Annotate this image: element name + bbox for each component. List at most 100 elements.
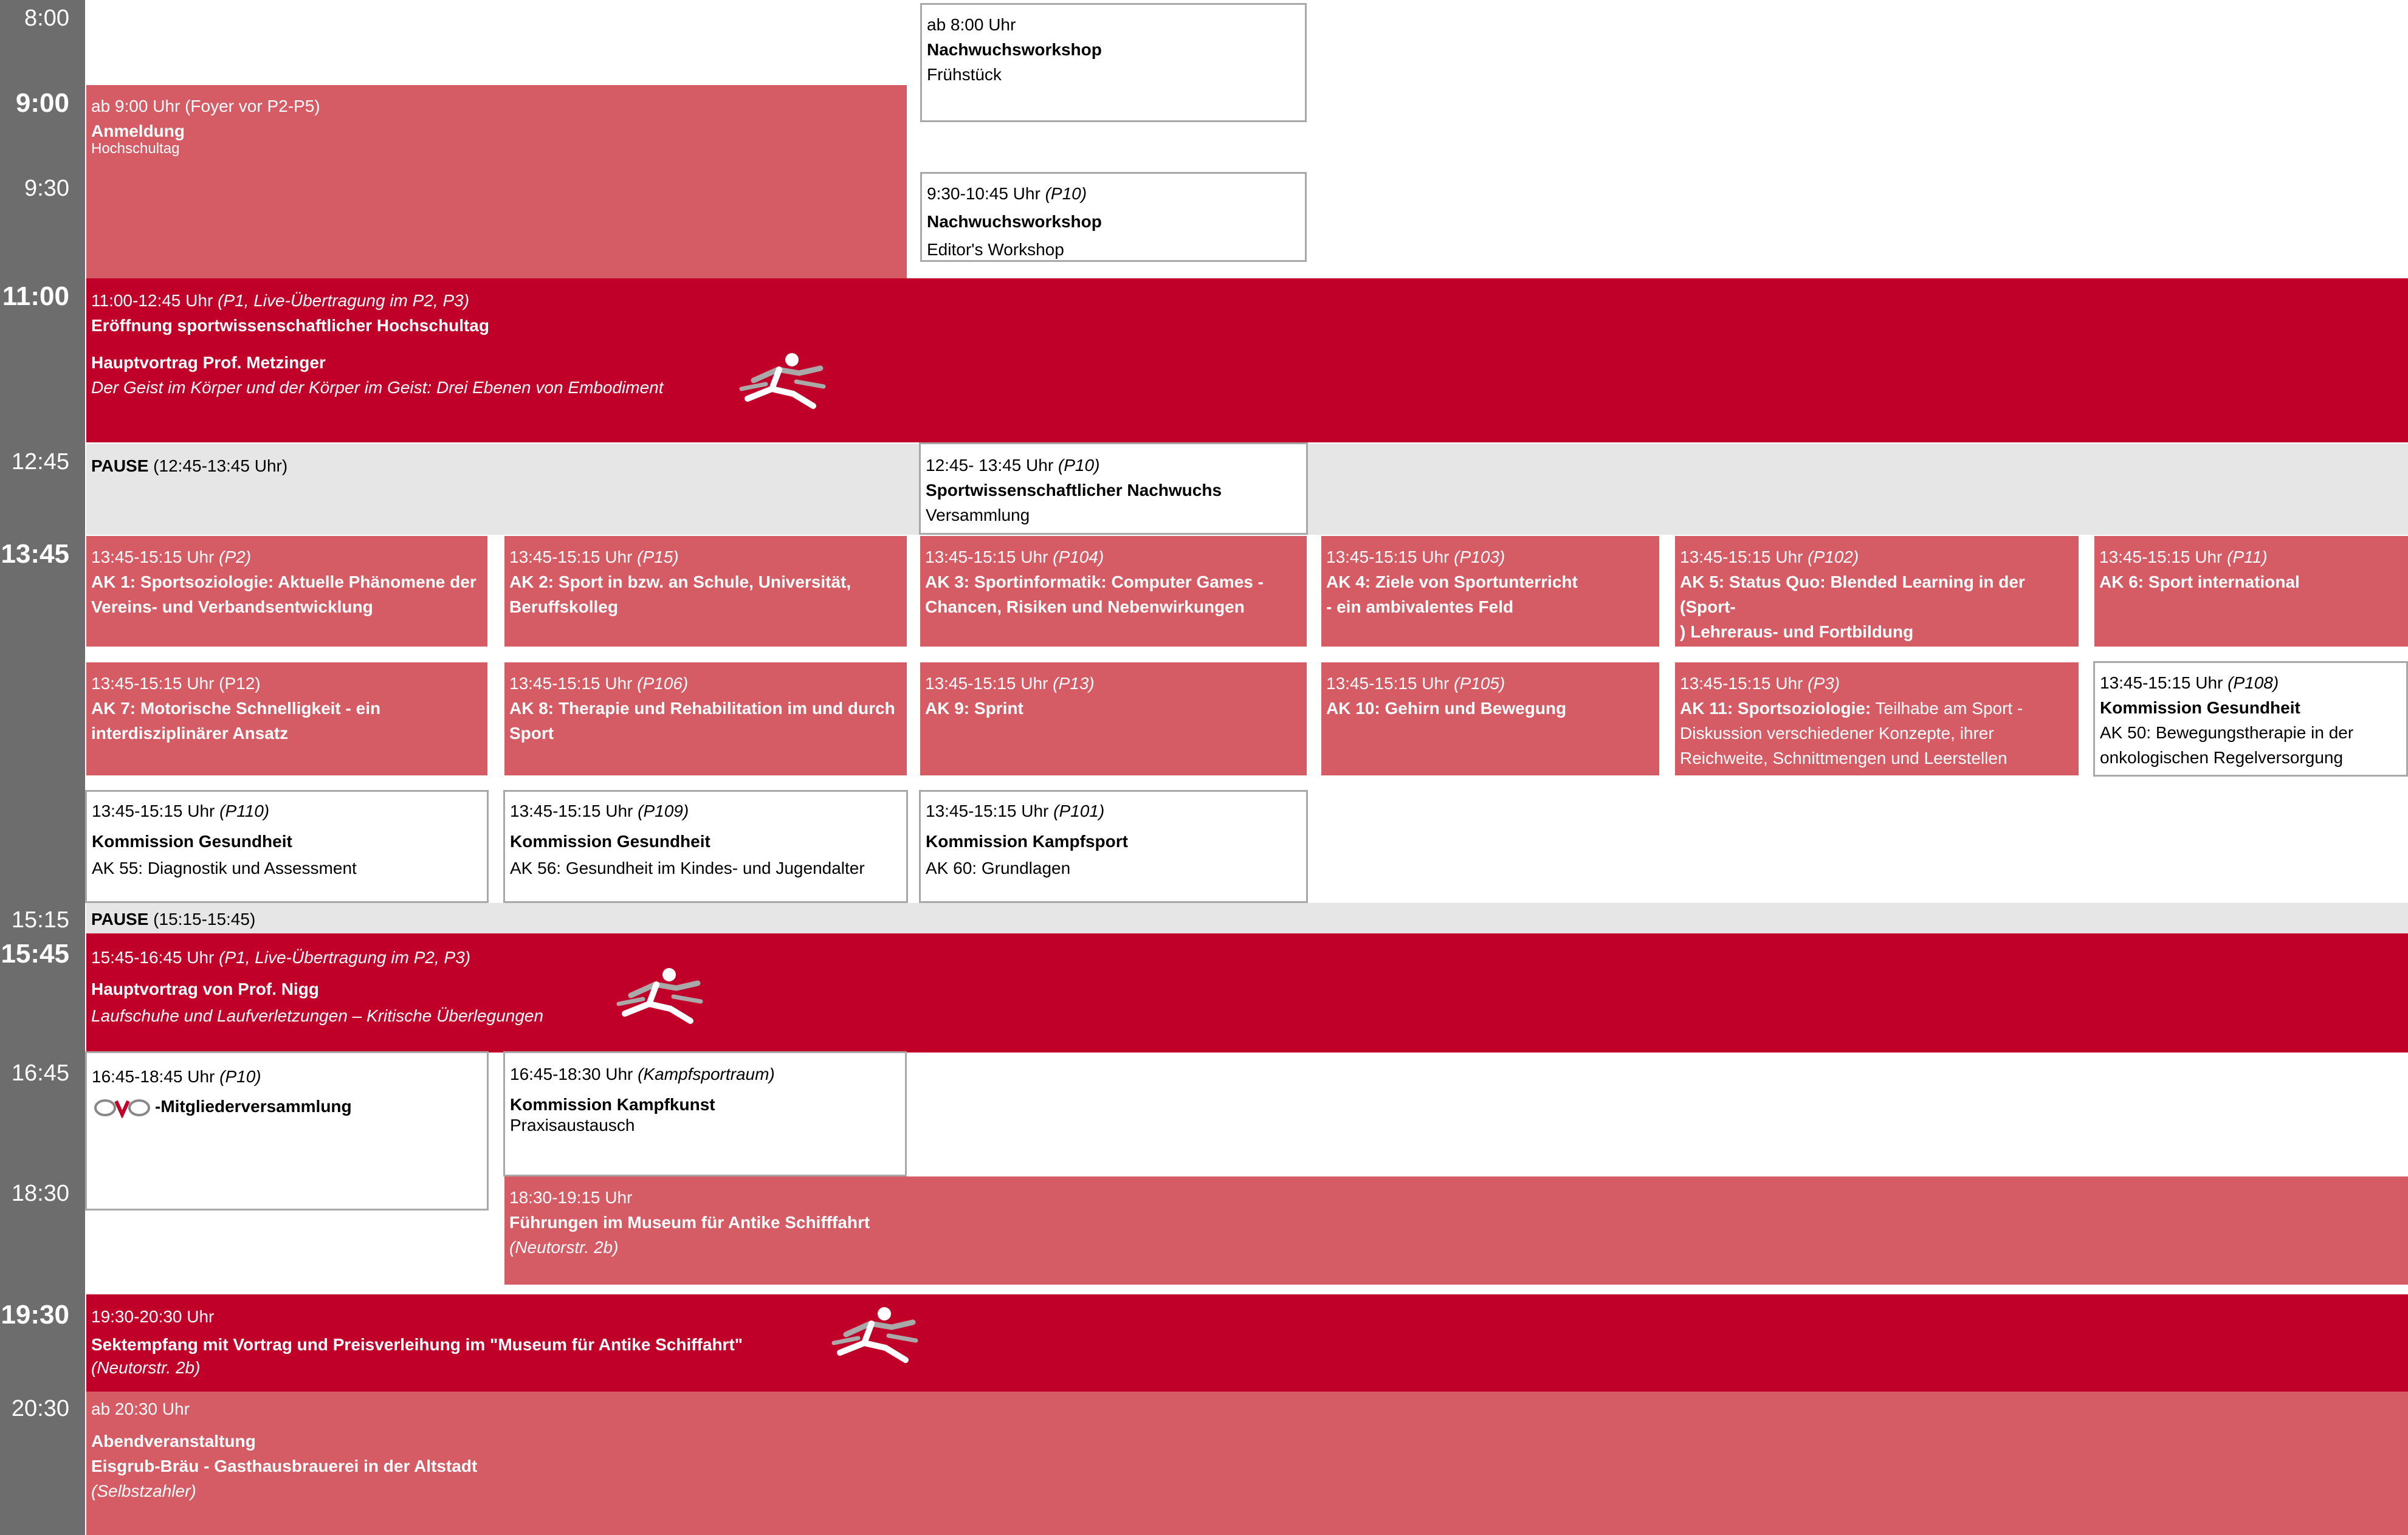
time-label: 13:45 [1,539,69,569]
ak-7[interactable]: 13:45-15:15 Uhr (P12) AK 7: Motorische S… [86,662,487,775]
ak-room: (P109) [638,802,689,820]
event-time: 19:30-20:30 Uhr [91,1307,215,1326]
event-time: 11:00-12:45 Uhr [91,291,218,310]
ak-title-cont: Beruffskolleg [509,597,618,616]
ak-time: 13:45-15:15 Uhr [925,674,1053,693]
ak-55[interactable]: 13:45-15:15 Uhr (P110) Kommission Gesund… [85,790,489,903]
event-title: Führungen im Museum für Antike Schifffah… [509,1213,870,1232]
event-kampfkunst[interactable]: 16:45-18:30 Uhr (Kampfsportraum) Kommiss… [503,1051,907,1176]
ak-title-cont: - ein ambivalentes Feld [1326,597,1514,616]
time-label: 20:30 [11,1396,69,1421]
pause-filler [1307,444,2408,535]
ak-title: AK 6: Sport international [2099,572,2300,591]
ak-time: 13:45-15:15 Uhr [1680,674,1808,693]
time-label: 16:45 [11,1060,69,1086]
ak-time: 13:45-15:15 Uhr [926,802,1054,820]
event-room: (Kampfsportraum) [638,1065,775,1083]
ak-time: 13:45-15:15 Uhr [2100,673,2228,692]
ak-6[interactable]: 13:45-15:15 Uhr (P11) AK 6: Sport intern… [2094,536,2408,647]
event-time: 18:30-19:15 Uhr [509,1188,633,1207]
ak-title: AK 4: Ziele von Sportunterricht [1326,572,1578,591]
ak-5[interactable]: 13:45-15:15 Uhr (P102) AK 5: Status Quo:… [1675,536,2079,647]
ak-9[interactable]: 13:45-15:15 Uhr (P13) AK 9: Sprint [920,662,1307,775]
event-fruehstueck[interactable]: ab 8:00 Uhr Nachwuchsworkshop Frühstück [920,3,1307,122]
event-title: Hauptvortrag von Prof. Nigg [91,980,319,998]
ak-commission: Kommission Gesundheit [510,832,710,851]
ak-time: 13:45-15:15 Uhr [2099,548,2227,566]
ak-title: AK 10: Gehirn und Bewegung [1326,699,1567,718]
ak-room: (P105) [1454,674,1505,693]
ak-11[interactable]: 13:45-15:15 Uhr (P3) AK 11: Sportsoziolo… [1675,662,2079,775]
ak-room: (P108) [2227,673,2279,692]
time-label: 19:30 [1,1300,69,1330]
event-museum-fuehrung[interactable]: 18:30-19:15 Uhr Führungen im Museum für … [504,1176,2408,1285]
ak-time: 13:45-15:15 Uhr [510,802,638,820]
ak-56[interactable]: 13:45-15:15 Uhr (P109) Kommission Gesund… [503,790,908,903]
time-label: 9:00 [15,88,69,118]
pause-label: PAUSE [91,456,149,475]
event-subtitle: Editor's Workshop [927,240,1064,259]
event-subtitle: Praxisaustausch [510,1116,635,1135]
pause-time: (12:45-13:45 Uhr) [148,456,288,475]
ak-title-cont: interdisziplinärer Ansatz [91,724,289,743]
time-label: 15:45 [1,939,69,969]
ak-title: AK 9: Sprint [925,699,1023,718]
ak-room: (P110) [219,802,270,820]
event-mitgliederversammlung[interactable]: 16:45-18:45 Uhr (P10) -Mitgliederversamm… [85,1051,489,1210]
ak-60[interactable]: 13:45-15:15 Uhr (P101) Kommission Kampfs… [919,790,1308,903]
ak-time: 13:45-15:15 Uhr [1326,548,1454,566]
ak-time: 13:45-15:15 Uhr [91,548,219,566]
ak-8[interactable]: 13:45-15:15 Uhr (P106) AK 8: Therapie un… [504,662,907,775]
event-location: (Neutorstr. 2b) [509,1238,619,1257]
ak-time: 13:45-15:15 Uhr [1680,548,1808,566]
ak-title-cont: Reichweite, Schnittmengen und Leerstelle… [1680,749,2007,767]
time-label: 12:45 [11,449,69,475]
ak-room: (P13) [1053,674,1095,693]
ak-2[interactable]: 13:45-15:15 Uhr (P15) AK 2: Sport in bzw… [504,536,907,647]
ak-title: AK 3: Sportinformatik: Computer Games - [925,572,1264,591]
ak-time: 13:45-15:15 Uhr [509,548,638,566]
event-nigg[interactable]: 15:45-16:45 Uhr (P1, Live-Übertragung im… [86,933,2408,1053]
event-sektempfang[interactable]: 19:30-20:30 Uhr Sektempfang mit Vortrag … [86,1294,2408,1392]
ak-3[interactable]: 13:45-15:15 Uhr (P104) AK 3: Sportinform… [920,536,1307,647]
event-nachwuchs[interactable]: 12:45- 13:45 Uhr (P10) Sportwissenschaft… [919,442,1308,535]
ak-title: AK 60: Grundlagen [926,859,1071,877]
event-subtitle: Versammlung [926,506,1030,524]
ak-room: (P103) [1454,548,1505,566]
ak-time: 13:45-15:15 Uhr [509,674,638,693]
event-editor-workshop[interactable]: 9:30-10:45 Uhr (P10) Nachwuchsworkshop E… [920,172,1307,262]
ak-50[interactable]: 13:45-15:15 Uhr (P108) Kommission Gesund… [2093,661,2408,777]
ak-title-cont: ) Lehreraus- und Fortbildung [1680,622,1914,641]
event-time: 16:45-18:45 Uhr [92,1067,220,1086]
ak-title: AK 11: Sportsoziologie: [1680,699,1871,718]
ak-room: (P15) [637,548,679,566]
ak-room: (P3) [1808,674,1840,693]
event-title: Nachwuchsworkshop [927,212,1102,231]
event-title: -Mitgliederversammlung [155,1097,352,1116]
event-time: 16:45-18:30 Uhr [510,1065,638,1083]
ak-1[interactable]: 13:45-15:15 Uhr (P2) AK 1: Sportsoziolog… [86,536,487,647]
ak-title: AK 2: Sport in bzw. an Schule, Universit… [509,572,851,591]
pause-time: (15:15-15:45) [148,910,256,929]
event-subtitle: Hochschultag [91,140,180,157]
runner-logo-icon [831,1307,918,1363]
ak-title-cont: onkologischen Regelversorgung [2100,748,2344,767]
time-label: 15:15 [11,907,69,933]
ak-time: 13:45-15:15 Uhr [1326,674,1454,693]
ak-10[interactable]: 13:45-15:15 Uhr (P105) AK 10: Gehirn und… [1321,662,1659,775]
event-subtitle: Frühstück [927,65,1002,84]
time-label: 11:00 [2,281,69,311]
event-time: ab 8:00 Uhr [927,15,1016,34]
event-time: 15:45-16:45 Uhr [91,948,219,967]
event-title: Eröffnung sportwissenschaftlicher Hochsc… [91,316,489,335]
pause-lunch: PAUSE (12:45-13:45 Uhr) [86,444,920,535]
event-time: 12:45- 13:45 Uhr [926,456,1058,475]
event-eroeffnung[interactable]: 11:00-12:45 Uhr (P1, Live-Übertragung im… [86,278,2408,442]
event-abendveranstaltung[interactable]: ab 20:30 Uhr Abendveranstaltung Eisgrub-… [86,1392,2408,1535]
ak-title-cont: Diskussion verschiedener Konzepte, ihrer [1680,724,1994,743]
ak-4[interactable]: 13:45-15:15 Uhr (P103) AK 4: Ziele von S… [1321,536,1659,647]
event-anmeldung[interactable]: ab 9:00 Uhr (Foyer vor P2-P5) Anmeldung … [86,85,907,278]
runner-logo-icon [616,968,703,1024]
event-time: ab 9:00 Uhr (Foyer vor P2-P5) [91,97,320,115]
event-room: (P1, Live-Übertragung im P2, P3) [219,948,471,967]
